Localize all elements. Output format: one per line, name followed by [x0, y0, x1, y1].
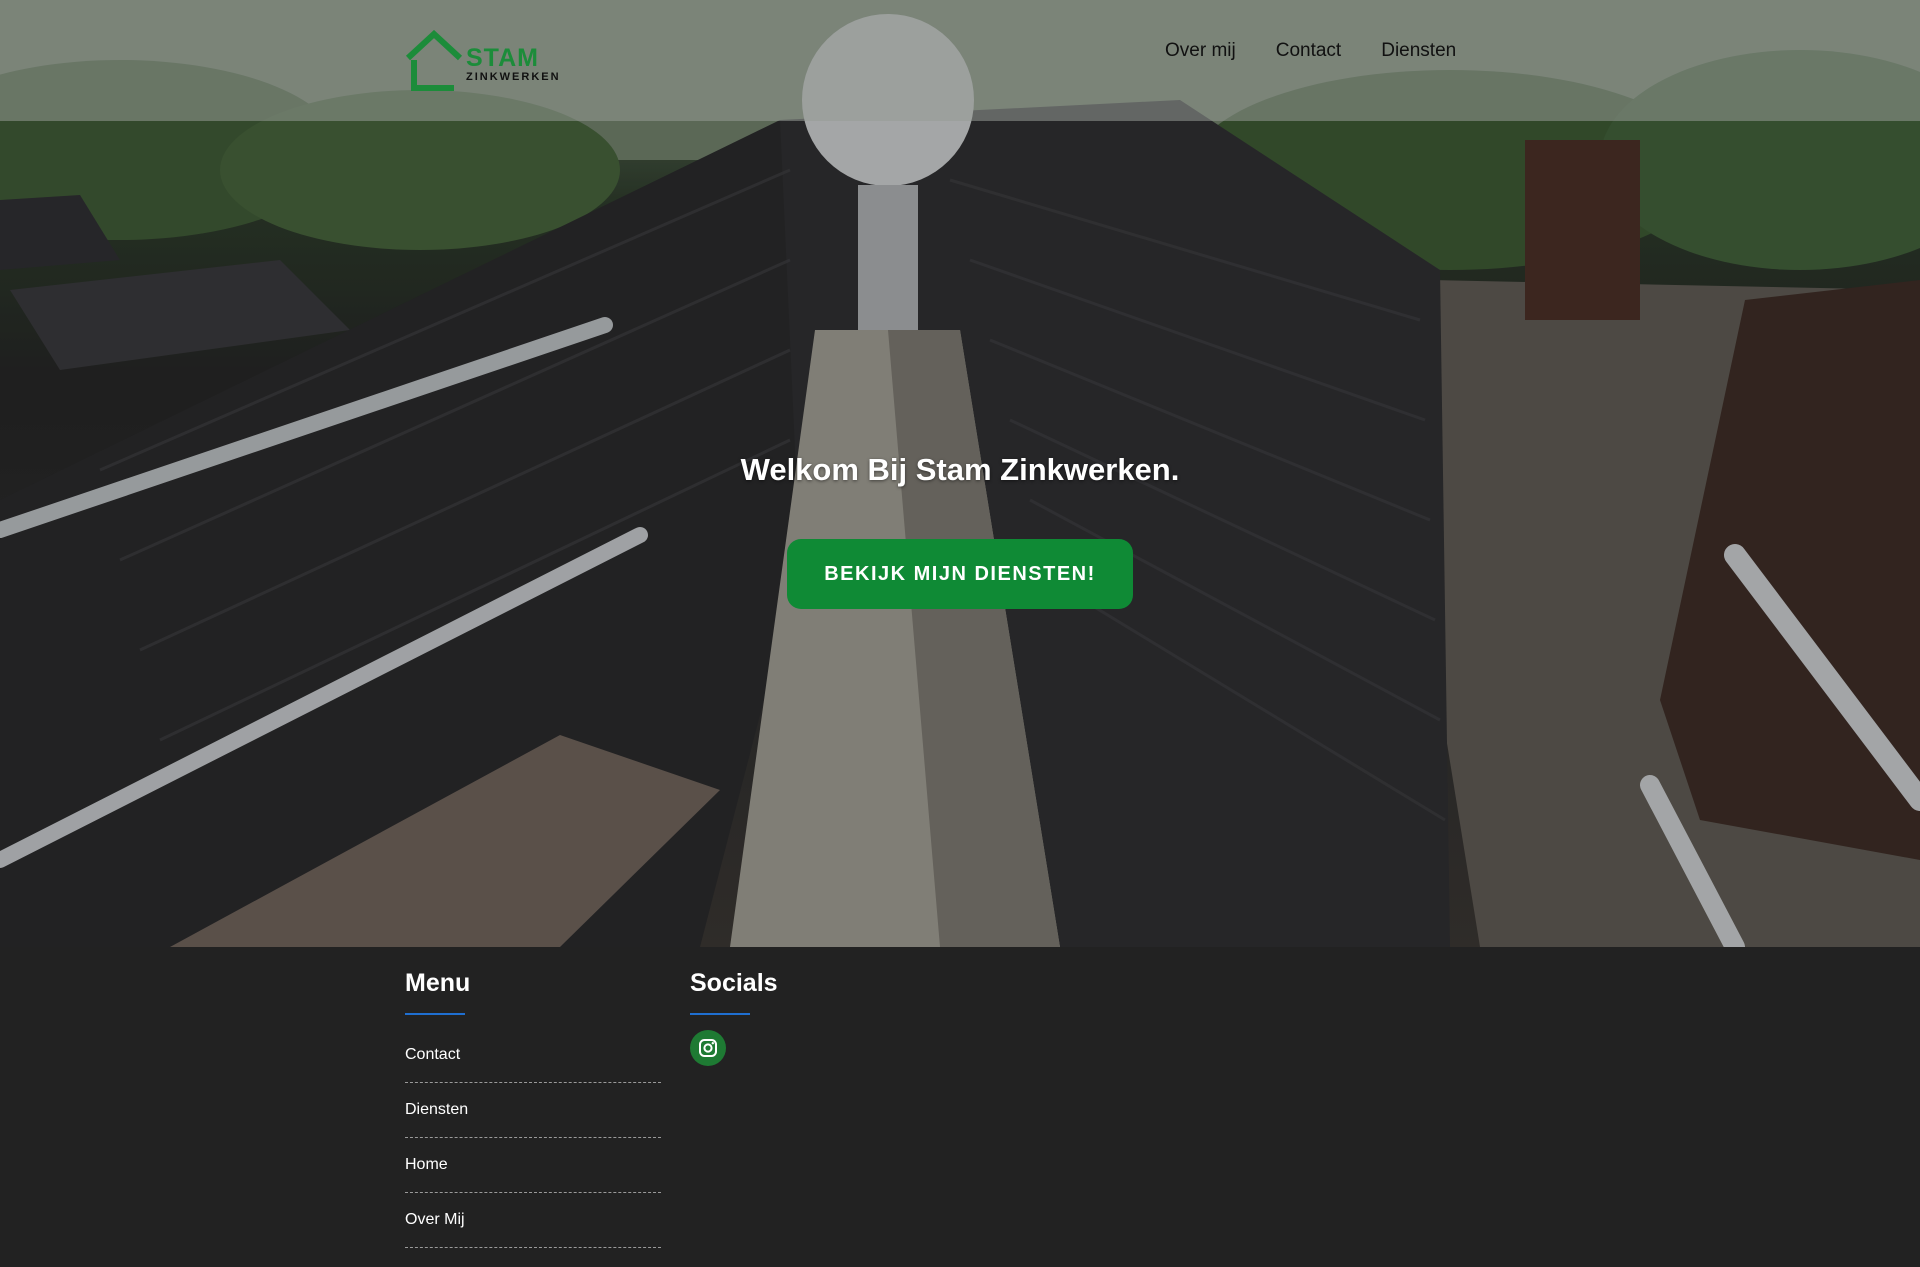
top-navbar: STAM ZINKWERKEN Over mij Contact Dienste…: [0, 0, 1920, 121]
footer-menu-title: Menu: [405, 969, 471, 997]
footer-link-home[interactable]: Home: [405, 1156, 448, 1174]
hero-title: Welkom Bij Stam Zinkwerken.: [740, 452, 1180, 487]
main-nav: Over mij Contact Diensten: [1165, 40, 1456, 62]
logo-subtitle: ZINKWERKEN: [466, 71, 561, 83]
list-item: Diensten: [405, 1083, 661, 1138]
footer-socials: Socials: [690, 969, 890, 1066]
footer-menu-underline: [405, 1013, 465, 1015]
footer-socials-underline: [690, 1013, 750, 1015]
footer-socials-title: Socials: [690, 969, 778, 997]
list-item: Contact: [405, 1028, 661, 1083]
instagram-glyph-icon: [699, 1039, 717, 1057]
footer-link-diensten[interactable]: Diensten: [405, 1101, 468, 1119]
view-services-button[interactable]: BEKIJK MIJN DIENSTEN!: [787, 539, 1133, 609]
list-item: Over Mij: [405, 1193, 661, 1248]
nav-item-contact[interactable]: Contact: [1276, 40, 1341, 62]
nav-item-diensten[interactable]: Diensten: [1381, 40, 1456, 62]
footer: Menu Contact Diensten Home Over Mij Soci…: [0, 947, 1920, 1267]
footer-link-contact[interactable]: Contact: [405, 1046, 460, 1064]
nav-item-over-mij[interactable]: Over mij: [1165, 40, 1236, 62]
hero-section: STAM ZINKWERKEN Over mij Contact Dienste…: [0, 0, 1920, 947]
house-logo-icon: [405, 30, 463, 91]
instagram-icon[interactable]: [690, 1030, 726, 1066]
logo[interactable]: STAM ZINKWERKEN: [404, 28, 559, 94]
footer-menu-list: Contact Diensten Home Over Mij: [405, 1028, 661, 1248]
footer-link-over-mij[interactable]: Over Mij: [405, 1211, 465, 1229]
list-item: Home: [405, 1138, 661, 1193]
footer-menu: Menu Contact Diensten Home Over Mij: [405, 969, 661, 1248]
logo-name: STAM: [466, 44, 539, 72]
